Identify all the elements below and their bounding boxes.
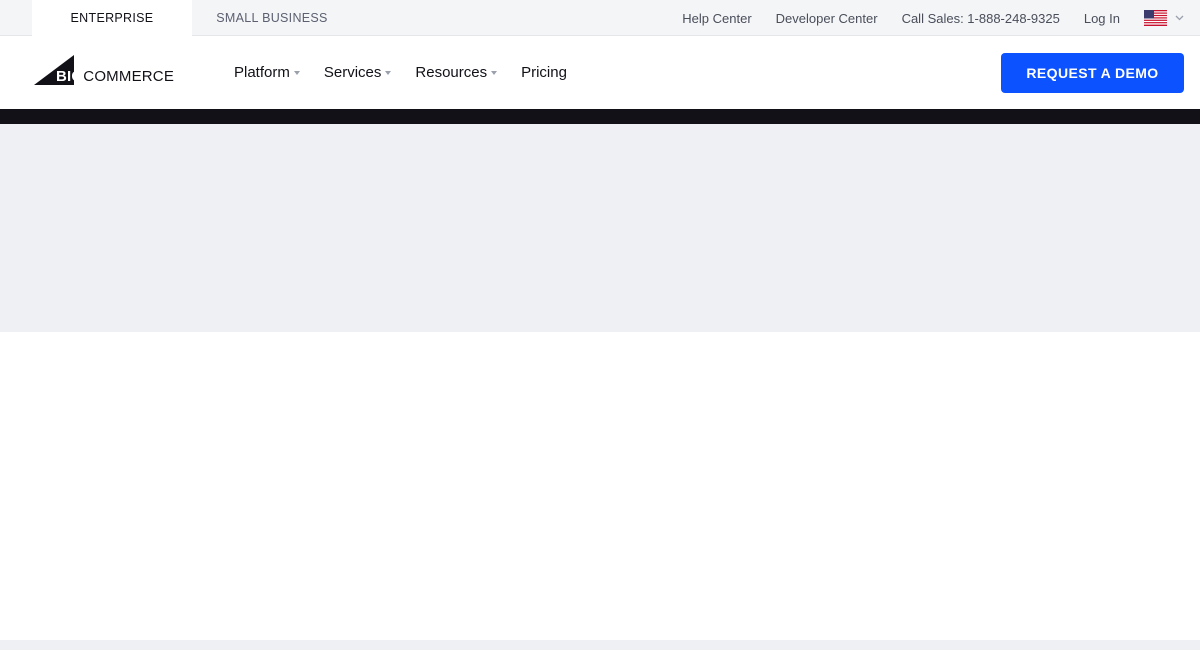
footer-strip <box>0 640 1200 650</box>
log-in-link[interactable]: Log In <box>1084 11 1120 26</box>
tab-enterprise[interactable]: ENTERPRISE <box>32 0 192 36</box>
nav-item-resources[interactable]: Resources <box>415 64 498 81</box>
logo-text: BIGCOMMERCE <box>56 69 174 85</box>
nav-item-services-label: Services <box>323 64 382 81</box>
tab-small-business-label: SMALL BUSINESS <box>216 11 328 25</box>
primary-nav-items: Platform Services Resources Pricing <box>234 36 591 109</box>
tab-small-business[interactable]: SMALL BUSINESS <box>192 0 352 36</box>
request-demo-button[interactable]: REQUEST A DEMO <box>1001 53 1184 93</box>
dark-band <box>0 109 1200 124</box>
content-area <box>0 332 1200 640</box>
help-center-link[interactable]: Help Center <box>682 11 751 26</box>
caret-down-icon <box>491 70 498 75</box>
locale-selector[interactable] <box>1144 10 1184 26</box>
nav-item-pricing-label: Pricing <box>521 64 567 81</box>
nav-item-platform[interactable]: Platform <box>234 64 300 81</box>
nav-item-services[interactable]: Services <box>324 64 392 81</box>
utility-bar: ENTERPRISE SMALL BUSINESS Help Center De… <box>0 0 1200 36</box>
nav-item-resources-label: Resources <box>415 64 488 81</box>
bigcommerce-logo[interactable]: BIGCOMMERCE <box>34 53 174 85</box>
call-sales-link[interactable]: Call Sales: 1-888-248-9325 <box>902 11 1060 26</box>
logo-text-big: BIG <box>56 68 84 85</box>
logo-text-commerce: COMMERCE <box>83 68 175 85</box>
tab-enterprise-label: ENTERPRISE <box>70 11 154 25</box>
us-flag-icon <box>1144 10 1167 26</box>
hero-placeholder <box>0 124 1200 332</box>
caret-down-icon <box>385 70 392 75</box>
main-nav: BIGCOMMERCE Platform Services Resources … <box>0 36 1200 109</box>
utility-links: Help Center Developer Center Call Sales:… <box>658 0 1184 36</box>
nav-item-platform-label: Platform <box>234 64 290 81</box>
caret-down-icon <box>293 70 300 75</box>
chevron-down-icon <box>1175 15 1184 21</box>
nav-item-pricing[interactable]: Pricing <box>521 64 567 81</box>
developer-center-link[interactable]: Developer Center <box>776 11 878 26</box>
